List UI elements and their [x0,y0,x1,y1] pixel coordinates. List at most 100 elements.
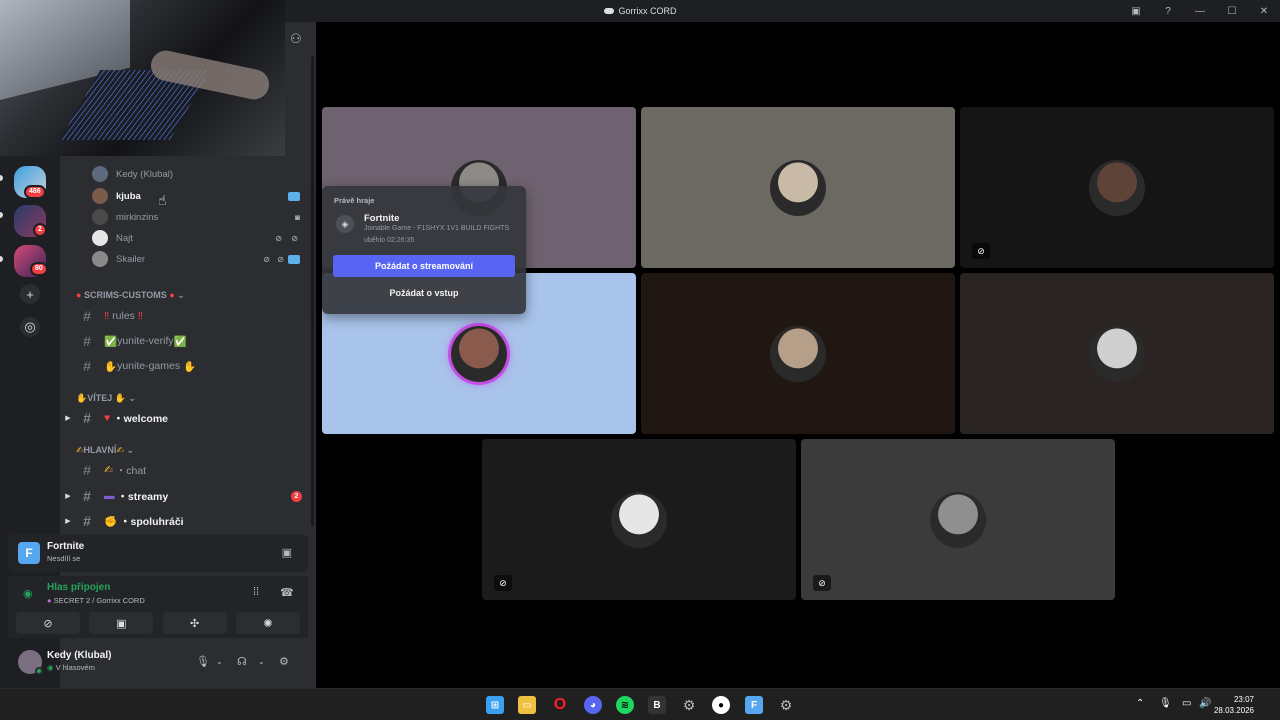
discord-icon[interactable]: ◕ [584,696,602,714]
windows-start-icon[interactable]: ⊞ [486,696,504,714]
volume-icon[interactable]: 🔊 [1199,698,1211,709]
share-screen-icon[interactable]: ▣ [282,546,292,559]
category-vitej[interactable]: ✋VÍTEJ ✋ ⌄ [76,393,136,404]
activity-game: Fortnite [47,541,85,552]
close-button[interactable]: ✕ [1248,6,1280,17]
sidebar-scrollbar[interactable] [311,56,314,526]
voice-user[interactable]: Skailer ⊘ ⊘ [92,250,304,268]
opera-gx-icon[interactable]: O [551,696,569,714]
muted-icon: ⊘ [275,233,282,243]
server-mention-badge: 80 [30,262,48,276]
soundboard-icon[interactable]: ✺ [235,612,300,634]
minimize-button[interactable]: — [1184,6,1216,17]
hashtag-icon: # [83,358,91,374]
window-controls: ▣ ? — ☐ ✕ [1120,0,1280,22]
voice-channel-name[interactable]: ● SECRET 2 / Gorrixx CORD [47,596,145,605]
user-name[interactable]: Kedy (Klubal) [47,650,111,661]
muted-icon: ⊘ [263,254,270,264]
voice-user[interactable]: Kedy (Klubal) [92,165,304,183]
avatar [92,166,108,182]
hashtag-icon: # [83,462,91,478]
hashtag-icon: # [83,488,91,504]
video-tile[interactable] [641,273,955,434]
video-tile[interactable]: ⊘ [482,439,796,600]
category-hlavni[interactable]: ✍HLAVNÍ✍ ⌄ [76,445,134,456]
popup-elapsed: uběhlo 02:26:35 [364,237,415,244]
request-stream-button[interactable]: Požádat o streamování [333,255,515,277]
spotify-icon[interactable]: ≋ [616,696,634,714]
screen-share-button[interactable]: ▣ [89,612,154,634]
tv-icon: ▬ [104,490,115,502]
headphones-icon[interactable]: ☊ [237,655,247,668]
voice-user[interactable]: kjuba [92,187,304,205]
microphone-tray-icon[interactable]: 🎙 [1159,698,1172,709]
voice-connection-panel: ◉ Hlas připojen ● SECRET 2 / Gorrixx COR… [8,576,308,638]
channel-welcome[interactable]: ▶ # ♥ ・welcome [60,407,310,429]
system-clock[interactable]: 23:07 28.03.2026 [1214,694,1254,716]
mouse-cursor-icon: ☝ [158,192,167,208]
channel-rules[interactable]: # ‼ rules ‼ [60,305,310,327]
settings-gear-icon[interactable]: ⚙ [279,655,289,668]
avatar [92,230,108,246]
add-server-icon[interactable]: + [20,284,40,304]
channel-yunite-verify[interactable]: # ✅ yunite-verify ✅ [60,330,310,352]
voice-status[interactable]: Hlas připojen [47,582,110,593]
hashtag-icon: # [83,333,91,349]
settings-icon[interactable]: ⚙ [680,696,698,714]
webcam-overlay [0,0,285,156]
avatar [92,188,108,204]
help-icon[interactable]: ? [1152,6,1184,17]
voice-action-row: ⊘ ▣ ✣ ✺ [16,612,300,634]
app-notification-icon[interactable]: ⚙ [777,696,795,714]
video-tile[interactable]: ⊘ [801,439,1115,600]
game-controller-icon: ◈ [336,215,354,233]
discover-icon[interactable]: ◎ [20,317,40,337]
video-tile[interactable] [641,107,955,268]
voice-user-name: kjuba [116,190,141,202]
hashtag-icon: # [83,513,91,529]
video-tile[interactable]: ⊘ [960,107,1274,268]
heart-icon: ♥ [104,412,111,424]
participant-avatar [1089,159,1145,216]
check-icon: ✅ [104,335,118,348]
participant-avatar-speaking [451,325,507,382]
video-tile[interactable] [960,273,1274,434]
voice-user-name: Kedy (Klubal) [116,168,174,180]
avatar [92,251,108,267]
activity-panel: F Fortnite Nesdílí se ▣ [8,534,308,572]
channel-yunite-games[interactable]: # ✋ yunite-games ✋ [60,355,310,377]
file-explorer-icon[interactable]: ▭ [518,696,536,714]
app-icon[interactable]: B [648,696,666,714]
disconnect-icon[interactable]: ☎ [280,586,294,599]
request-join-button[interactable]: Požádat o vstup [333,282,515,304]
discord-logo-icon [603,8,614,14]
unread-badge: 2 [291,490,302,502]
chevron-down-icon[interactable]: ⌄ [216,657,223,666]
channel-streamy[interactable]: ▶ # ▬ ・streamy 2 [60,485,310,507]
add-member-icon[interactable]: ⚇ [290,31,302,47]
network-icon[interactable]: ▭ [1182,698,1191,709]
camera-off-icon: ⊘ [972,243,990,259]
channel-chat[interactable]: # ✍ ・chat [60,459,310,481]
server-mention-badge: 486 [24,185,46,199]
camera-off-icon[interactable]: ⊘ [16,612,80,634]
voice-user[interactable]: mirkinzins ◙ [92,208,304,226]
channel-spoluhraci[interactable]: ▶ # ✊ ・spoluhráči [60,510,310,532]
double-exclamation-icon: ‼ [137,310,144,322]
category-scrims-customs[interactable]: ● SCRIMS-CUSTOMS ● ⌄ [76,290,185,301]
noise-suppression-icon[interactable]: ⁞⁞ [253,586,259,598]
voice-user[interactable]: Najt ⊘ ⊘ [92,229,304,247]
camera-off-icon: ⊘ [494,575,512,591]
writing-hand-icon: ✍ [104,464,113,476]
taskbar: ⊞ ▭ O ◕ ≋ B ⚙ ● F ⚙ ⌃ 🎙 ▭ 🔊 23:07 28.03.… [0,688,1280,720]
fortnite-taskbar-icon[interactable]: F [745,696,763,714]
microphone-icon[interactable]: 🎙 [196,655,210,668]
vr-headset-icon: ◙ [295,212,300,222]
inbox-icon[interactable]: ▣ [1120,6,1152,17]
activities-icon[interactable]: ✣ [162,612,227,634]
maximize-button[interactable]: ☐ [1216,6,1248,17]
chevron-down-icon[interactable]: ⌄ [258,657,265,666]
signal-icon[interactable]: ◉ [23,587,33,600]
obs-icon[interactable]: ● [712,696,730,714]
tray-overflow-icon[interactable]: ⌃ [1136,698,1144,709]
